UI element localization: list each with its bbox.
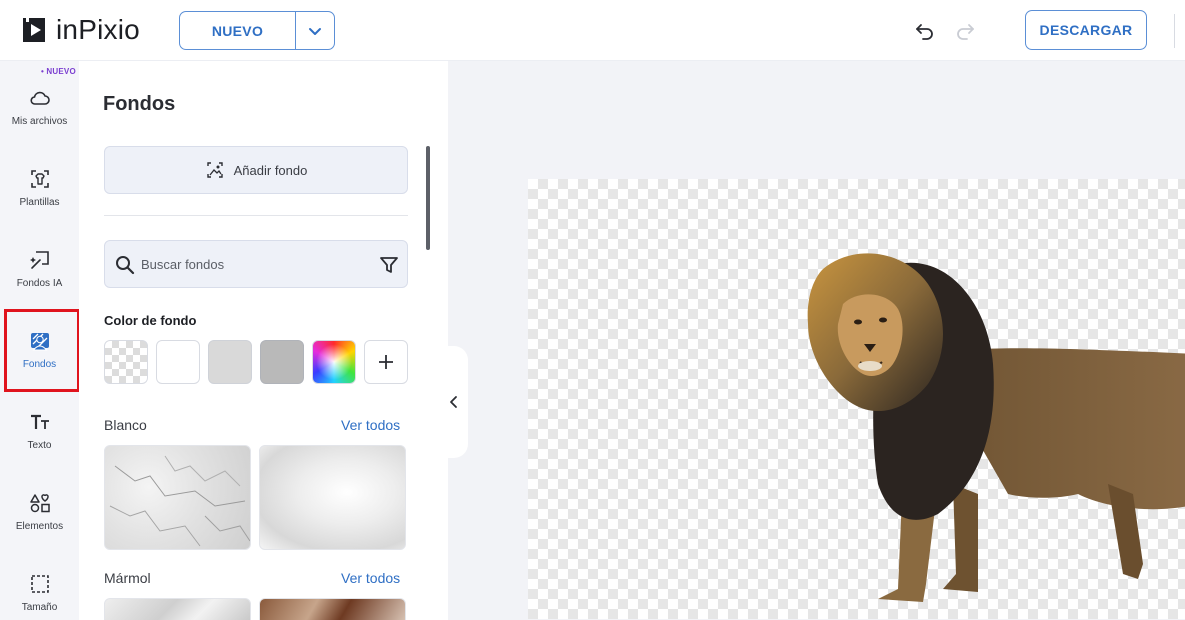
swatch-color-picker[interactable] <box>312 340 356 384</box>
panel-title: Fondos <box>103 93 176 115</box>
new-button[interactable]: NUEVO <box>179 11 296 50</box>
lion-image[interactable] <box>778 244 1185 614</box>
rail-item-tamano[interactable]: Tamaño <box>0 559 79 620</box>
rail-item-fondos-ia[interactable]: Fondos IA <box>0 235 79 305</box>
active-item-highlight <box>4 309 80 392</box>
chevron-left-icon <box>450 396 457 408</box>
ai-background-icon <box>29 251 49 269</box>
template-icon <box>30 170 49 188</box>
rail-item-label: Plantillas <box>19 197 60 208</box>
rail-item-label: Fondos IA <box>16 278 63 289</box>
undo-icon[interactable] <box>914 20 936 42</box>
rail-item-label: Tamaño <box>21 602 58 613</box>
panel-divider <box>104 215 408 216</box>
logo-text: inPixio <box>56 14 140 45</box>
search-icon <box>116 256 135 275</box>
background-thumbnail[interactable] <box>259 598 406 620</box>
rail-item-label: Elementos <box>15 521 64 532</box>
backgrounds-panel: Fondos Añadir fondo Color de fondo Blanc… <box>79 61 448 620</box>
rail-item-label: Mis archivos <box>11 116 68 127</box>
left-rail: • NUEVO Mis archivos Plantillas Fondos I… <box>0 61 80 620</box>
rail-item-label: Texto <box>27 440 52 451</box>
swatch-add-button[interactable] <box>364 340 408 384</box>
cloud-icon <box>29 91 50 105</box>
swatch-white[interactable] <box>156 340 200 384</box>
toolbar-divider <box>1174 14 1175 48</box>
redo-icon[interactable] <box>954 20 976 42</box>
add-image-icon <box>206 162 223 178</box>
logo-icon <box>23 18 45 42</box>
add-background-button[interactable]: Añadir fondo <box>104 146 408 194</box>
collapse-panel-button[interactable] <box>440 346 468 458</box>
top-bar: inPixio NUEVO DESCARGAR <box>0 0 1185 61</box>
background-thumbnail[interactable] <box>104 445 251 550</box>
background-thumbnail[interactable] <box>104 598 251 620</box>
panel-scrollbar[interactable] <box>426 146 430 250</box>
filter-icon[interactable] <box>379 255 399 275</box>
rail-item-plantillas[interactable]: Plantillas <box>0 154 79 224</box>
rail-item-mis-archivos[interactable]: Mis archivos <box>0 73 79 143</box>
category-label-blanco: Blanco <box>104 417 147 433</box>
cracked-texture <box>109 455 250 547</box>
editor-canvas[interactable] <box>528 179 1185 619</box>
see-all-link-marmol[interactable]: Ver todos <box>341 570 400 586</box>
color-heading: Color de fondo <box>104 313 197 328</box>
swatch-light-gray[interactable] <box>208 340 252 384</box>
resize-icon <box>30 575 49 593</box>
add-background-label: Añadir fondo <box>233 162 308 178</box>
download-button[interactable]: DESCARGAR <box>1025 10 1147 50</box>
new-dropdown-button[interactable] <box>295 11 335 50</box>
background-thumbnail[interactable] <box>259 445 406 550</box>
search-box[interactable] <box>104 240 408 288</box>
swatch-transparent[interactable] <box>104 340 148 384</box>
swatch-gray[interactable] <box>260 340 304 384</box>
see-all-link-blanco[interactable]: Ver todos <box>341 417 400 433</box>
rail-item-texto[interactable]: Texto <box>0 397 79 467</box>
app-logo[interactable]: inPixio <box>22 15 140 45</box>
plus-icon <box>379 355 393 369</box>
text-icon <box>30 414 49 429</box>
category-label-marmol: Mármol <box>104 570 151 586</box>
shapes-icon <box>29 494 50 513</box>
chevron-down-icon <box>309 27 321 35</box>
search-input[interactable] <box>141 241 371 287</box>
rail-item-elementos[interactable]: Elementos <box>0 478 79 548</box>
